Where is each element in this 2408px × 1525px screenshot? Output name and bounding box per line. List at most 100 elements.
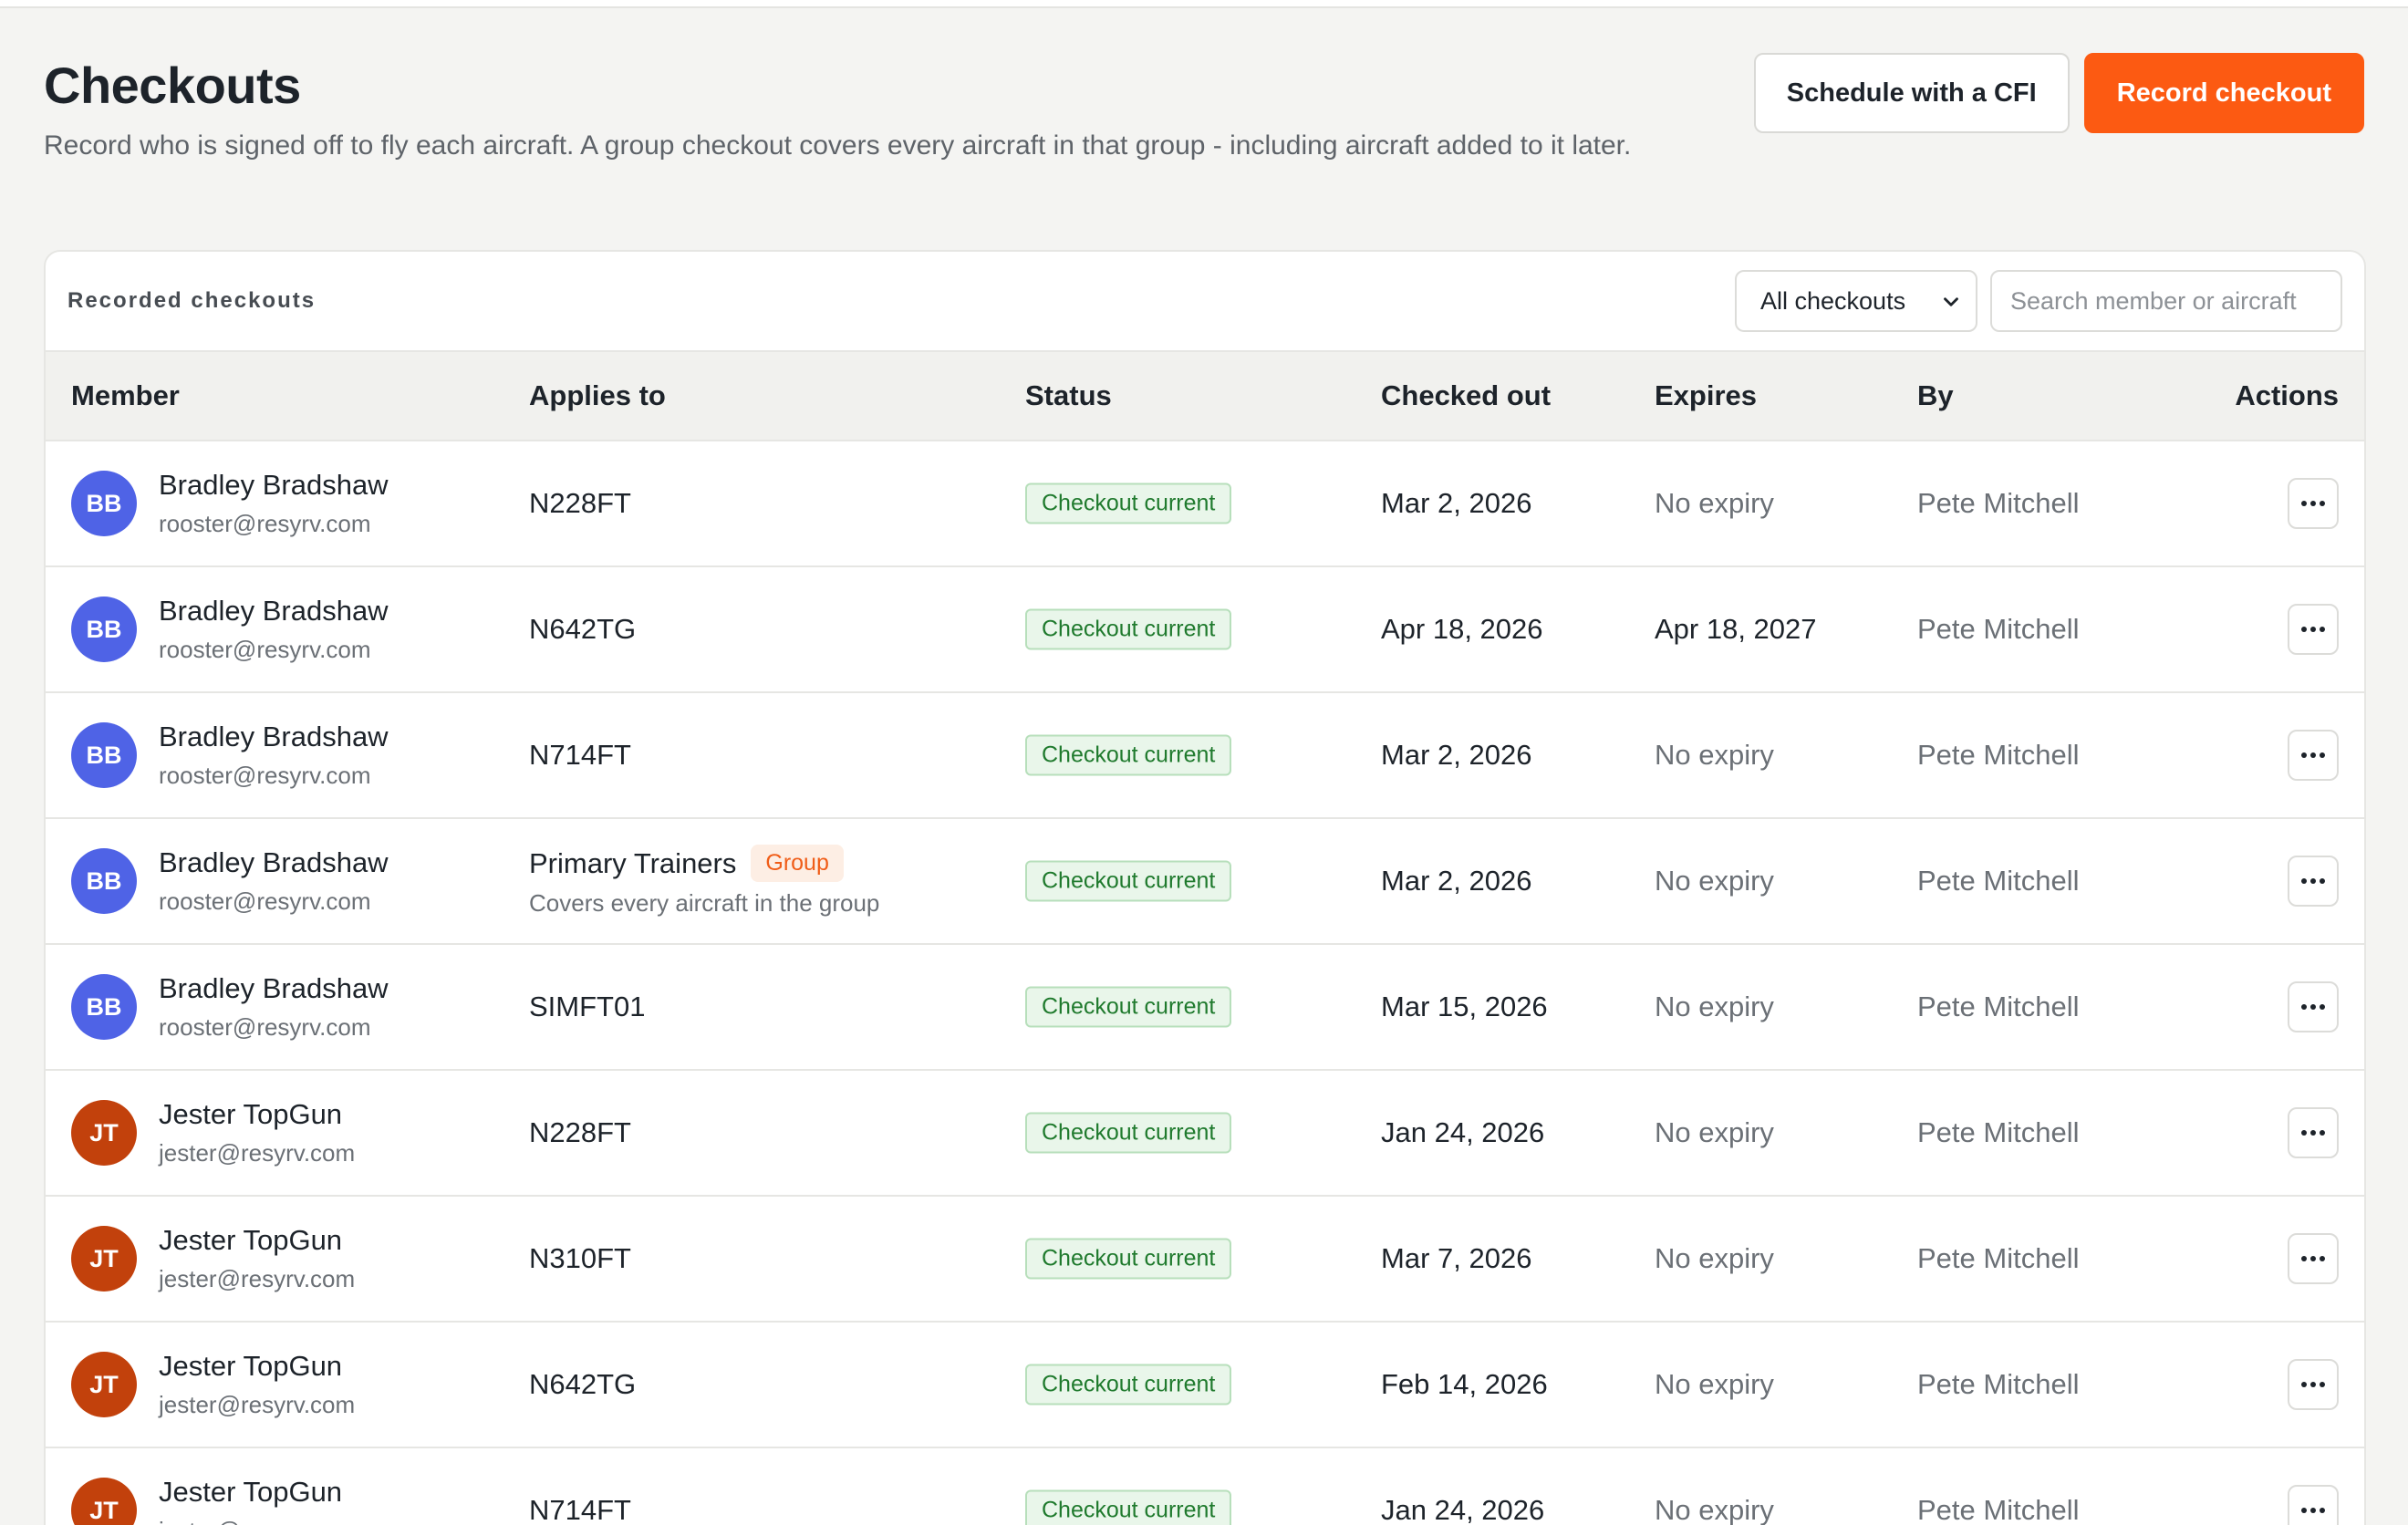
table-row: JT Jester TopGun jester@resyrv.com N228F…: [46, 1071, 2364, 1197]
row-actions-button[interactable]: [2288, 981, 2339, 1032]
checked-out-date: Mar 2, 2026: [1381, 739, 1532, 771]
member-email: jester@resyrv.com: [159, 1265, 356, 1292]
member-email: jester@resyrv.com: [159, 1139, 356, 1167]
member-cell: JT Jester TopGun jester@resyrv.com: [71, 1348, 355, 1421]
card-title: Recorded checkouts: [67, 288, 317, 313]
row-actions-button[interactable]: [2288, 1359, 2339, 1410]
row-actions-button[interactable]: [2288, 478, 2339, 529]
expires-value: Apr 18, 2027: [1655, 613, 1817, 645]
search-input[interactable]: [1990, 270, 2342, 332]
header-checked-out: Checked out: [1381, 379, 1552, 411]
member-cell: BB Bradley Bradshaw rooster@resyrv.com: [71, 845, 389, 918]
member-info: Jester TopGun jester@resyrv.com: [159, 1096, 355, 1169]
more-horizontal-icon: [2301, 627, 2325, 632]
member-name: Jester TopGun: [159, 1350, 343, 1382]
checkout-filter-select[interactable]: All checkouts: [1735, 270, 1977, 332]
checked-out-date: Mar 7, 2026: [1381, 1242, 1532, 1274]
expires-value: No expiry: [1655, 865, 1774, 897]
checked-out-date: Apr 18, 2026: [1381, 613, 1543, 645]
status-badge: Checkout current: [1025, 1489, 1232, 1525]
applies-to-value: N228FT: [529, 487, 631, 519]
status-badge: Checkout current: [1025, 860, 1232, 902]
table-row: JT Jester TopGun jester@resyrv.com N714F…: [46, 1448, 2364, 1525]
member-info: Bradley Bradshaw rooster@resyrv.com: [159, 719, 389, 792]
member-name: Bradley Bradshaw: [159, 721, 389, 752]
more-horizontal-icon: [2301, 1382, 2325, 1387]
member-info: Jester TopGun jester@resyrv.com: [159, 1222, 355, 1295]
member-cell: BB Bradley Bradshaw rooster@resyrv.com: [71, 970, 389, 1043]
avatar: BB: [71, 974, 137, 1040]
member-email: rooster@resyrv.com: [159, 510, 371, 537]
avatar: JT: [71, 1352, 137, 1417]
table-header: Member Applies to Status Checked out Exp…: [46, 352, 2364, 441]
checked-by: Pete Mitchell: [1917, 1242, 2080, 1274]
member-info: Bradley Bradshaw rooster@resyrv.com: [159, 467, 389, 540]
member-name: Jester TopGun: [159, 1224, 343, 1256]
applies-main: N228FT: [529, 1116, 631, 1149]
table-row: BB Bradley Bradshaw rooster@resyrv.com P…: [46, 819, 2364, 945]
checked-by: Pete Mitchell: [1917, 739, 2080, 771]
row-actions-button[interactable]: [2288, 730, 2339, 781]
row-actions-button[interactable]: [2288, 856, 2339, 907]
applies-cell: N714FT: [529, 739, 631, 772]
status-badge: Checkout current: [1025, 1112, 1232, 1154]
row-actions-button[interactable]: [2288, 604, 2339, 655]
table-row: BB Bradley Bradshaw rooster@resyrv.com N…: [46, 693, 2364, 819]
chevron-down-icon: [1944, 297, 1958, 306]
checked-out-date: Jan 24, 2026: [1381, 1494, 1545, 1525]
member-info: Bradley Bradshaw rooster@resyrv.com: [159, 845, 389, 918]
checked-by: Pete Mitchell: [1917, 1368, 2080, 1400]
applies-to-value: N642TG: [529, 613, 637, 645]
member-email: rooster@resyrv.com: [159, 887, 371, 915]
more-horizontal-icon: [2301, 752, 2325, 758]
applies-cell: N310FT: [529, 1242, 631, 1275]
expires-value: No expiry: [1655, 487, 1774, 519]
applies-cell: N642TG: [529, 613, 636, 646]
header-applies-to: Applies to: [529, 379, 666, 411]
member-info: Bradley Bradshaw rooster@resyrv.com: [159, 593, 389, 666]
applies-subtitle: Covers every aircraft in the group: [529, 889, 880, 917]
avatar: BB: [71, 471, 137, 536]
table-row: JT Jester TopGun jester@resyrv.com N642T…: [46, 1323, 2364, 1448]
checked-out-date: Jan 24, 2026: [1381, 1116, 1545, 1148]
expires-value: No expiry: [1655, 991, 1774, 1022]
applies-to-value: N642TG: [529, 1368, 637, 1400]
row-actions-button[interactable]: [2288, 1233, 2339, 1284]
more-horizontal-icon: [2301, 1130, 2325, 1136]
expires-value: No expiry: [1655, 1242, 1774, 1274]
applies-main: N714FT: [529, 1494, 631, 1525]
checkouts-card: Recorded checkouts All checkouts Member …: [44, 250, 2366, 1525]
header-status: Status: [1025, 379, 1112, 411]
record-checkout-button[interactable]: Record checkout: [2083, 53, 2364, 133]
row-actions-button[interactable]: [2288, 1485, 2339, 1525]
checked-out-date: Mar 2, 2026: [1381, 487, 1532, 519]
checked-by: Pete Mitchell: [1917, 991, 2080, 1022]
member-email: rooster@resyrv.com: [159, 1013, 371, 1041]
applies-main: Primary Trainers Group: [529, 845, 879, 882]
member-cell: JT Jester TopGun jester@resyrv.com: [71, 1222, 355, 1295]
member-cell: JT Jester TopGun jester@resyrv.com: [71, 1096, 355, 1169]
member-name: Bradley Bradshaw: [159, 972, 389, 1004]
table-row: BB Bradley Bradshaw rooster@resyrv.com N…: [46, 567, 2364, 693]
status-badge: Checkout current: [1025, 734, 1232, 776]
applies-main: N642TG: [529, 1368, 636, 1401]
applies-main: N642TG: [529, 613, 636, 646]
checked-by: Pete Mitchell: [1917, 1494, 2080, 1525]
checked-out-date: Feb 14, 2026: [1381, 1368, 1548, 1400]
member-name: Bradley Bradshaw: [159, 595, 389, 627]
row-actions-button[interactable]: [2288, 1107, 2339, 1158]
applies-to-value: SIMFT01: [529, 991, 646, 1022]
more-horizontal-icon: [2301, 1508, 2325, 1513]
header-expires: Expires: [1655, 379, 1758, 411]
member-email: rooster@resyrv.com: [159, 636, 371, 663]
schedule-with-cfi-button[interactable]: Schedule with a CFI: [1753, 53, 2070, 133]
member-email: jester@resyrv.com: [159, 1514, 355, 1525]
expires-value: No expiry: [1655, 1116, 1774, 1148]
avatar: JT: [71, 1226, 137, 1292]
applies-to-value: N714FT: [529, 1494, 631, 1525]
applies-main: SIMFT01: [529, 991, 645, 1023]
applies-cell: N714FT: [529, 1494, 631, 1525]
status-badge: Checkout current: [1025, 986, 1232, 1028]
expires-value: No expiry: [1655, 1494, 1774, 1525]
applies-main: N310FT: [529, 1242, 631, 1275]
